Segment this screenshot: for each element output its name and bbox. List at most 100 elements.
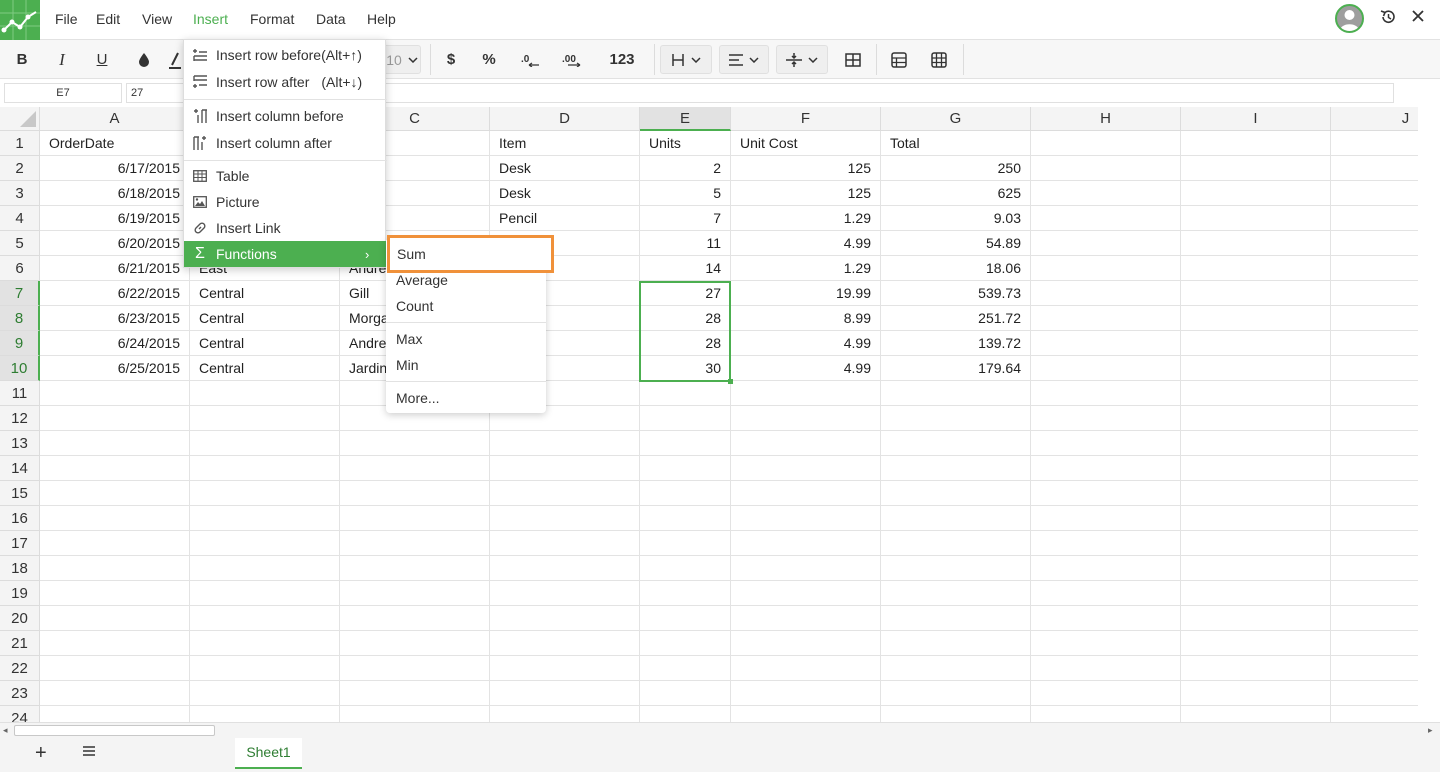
- cell-d4[interactable]: Pencil: [490, 206, 640, 231]
- cell-j7[interactable]: [1331, 281, 1418, 306]
- function-count[interactable]: Count: [396, 298, 433, 314]
- row-header-15[interactable]: 15: [0, 481, 40, 506]
- cell-h3[interactable]: [1031, 181, 1181, 206]
- cell-d2[interactable]: Desk: [490, 156, 640, 181]
- row-header-4[interactable]: 4: [0, 206, 40, 231]
- history-icon[interactable]: [1379, 8, 1397, 31]
- cell-e21[interactable]: [640, 631, 731, 656]
- cell-d21[interactable]: [490, 631, 640, 656]
- scroll-left-icon[interactable]: ◂: [3, 725, 8, 736]
- number-format-button[interactable]: 123: [602, 40, 642, 79]
- cell-e22[interactable]: [640, 656, 731, 681]
- merge-cells-icon[interactable]: [840, 40, 866, 79]
- sheet-tab-sheet1[interactable]: Sheet1: [235, 738, 302, 769]
- cell-f21[interactable]: [731, 631, 881, 656]
- cell-b24[interactable]: [190, 706, 340, 722]
- fill-color-icon[interactable]: [130, 40, 158, 79]
- menu-insert-column-before[interactable]: Insert column before: [184, 103, 387, 129]
- cell-g1[interactable]: Total: [881, 131, 1031, 156]
- menu-table[interactable]: Table: [184, 163, 387, 189]
- cell-g5[interactable]: 54.89: [881, 231, 1031, 256]
- row-header-1[interactable]: 1: [0, 131, 40, 156]
- cell-i5[interactable]: [1181, 231, 1331, 256]
- cell-f1[interactable]: Unit Cost: [731, 131, 881, 156]
- cell-i7[interactable]: [1181, 281, 1331, 306]
- cell-f12[interactable]: [731, 406, 881, 431]
- cell-j23[interactable]: [1331, 681, 1418, 706]
- cell-f3[interactable]: 125: [731, 181, 881, 206]
- cell-i15[interactable]: [1181, 481, 1331, 506]
- cell-f18[interactable]: [731, 556, 881, 581]
- cell-e20[interactable]: [640, 606, 731, 631]
- cell-h23[interactable]: [1031, 681, 1181, 706]
- cell-j16[interactable]: [1331, 506, 1418, 531]
- cell-i17[interactable]: [1181, 531, 1331, 556]
- cell-a14[interactable]: [40, 456, 190, 481]
- cell-j17[interactable]: [1331, 531, 1418, 556]
- row-header-22[interactable]: 22: [0, 656, 40, 681]
- vertical-align-dropdown[interactable]: [776, 45, 828, 74]
- menu-insert[interactable]: Insert: [193, 11, 228, 27]
- cell-e1[interactable]: Units: [640, 131, 731, 156]
- cell-e9[interactable]: 28: [640, 331, 731, 356]
- cell-a11[interactable]: [40, 381, 190, 406]
- cell-a10[interactable]: 6/25/2015: [40, 356, 190, 381]
- cell-h2[interactable]: [1031, 156, 1181, 181]
- add-sheet-icon[interactable]: +: [35, 742, 47, 765]
- cell-g19[interactable]: [881, 581, 1031, 606]
- cell-j19[interactable]: [1331, 581, 1418, 606]
- cell-d14[interactable]: [490, 456, 640, 481]
- row-header-19[interactable]: 19: [0, 581, 40, 606]
- cell-e13[interactable]: [640, 431, 731, 456]
- cell-a12[interactable]: [40, 406, 190, 431]
- function-sum[interactable]: Sum: [387, 235, 554, 273]
- row-header-12[interactable]: 12: [0, 406, 40, 431]
- menu-data[interactable]: Data: [316, 11, 346, 27]
- function-more[interactable]: More...: [396, 390, 440, 406]
- cell-b7[interactable]: Central: [190, 281, 340, 306]
- cell-a5[interactable]: 6/20/2015: [40, 231, 190, 256]
- cell-h10[interactable]: [1031, 356, 1181, 381]
- cell-c14[interactable]: [340, 456, 490, 481]
- cell-j18[interactable]: [1331, 556, 1418, 581]
- row-header-14[interactable]: 14: [0, 456, 40, 481]
- cell-d18[interactable]: [490, 556, 640, 581]
- cell-c23[interactable]: [340, 681, 490, 706]
- cell-f23[interactable]: [731, 681, 881, 706]
- cell-h12[interactable]: [1031, 406, 1181, 431]
- cell-b20[interactable]: [190, 606, 340, 631]
- cell-g20[interactable]: [881, 606, 1031, 631]
- cell-a17[interactable]: [40, 531, 190, 556]
- cell-i8[interactable]: [1181, 306, 1331, 331]
- cell-i24[interactable]: [1181, 706, 1331, 722]
- cell-f4[interactable]: 1.29: [731, 206, 881, 231]
- cell-e8[interactable]: 28: [640, 306, 731, 331]
- cell-d1[interactable]: Item: [490, 131, 640, 156]
- row-header-8[interactable]: 8: [0, 306, 40, 331]
- cell-f20[interactable]: [731, 606, 881, 631]
- cell-h22[interactable]: [1031, 656, 1181, 681]
- cell-f15[interactable]: [731, 481, 881, 506]
- cell-e6[interactable]: 14: [640, 256, 731, 281]
- cell-e10[interactable]: 30: [640, 356, 731, 381]
- cell-a2[interactable]: 6/17/2015: [40, 156, 190, 181]
- row-header-23[interactable]: 23: [0, 681, 40, 706]
- cell-j22[interactable]: [1331, 656, 1418, 681]
- cell-j10[interactable]: [1331, 356, 1418, 381]
- cell-d22[interactable]: [490, 656, 640, 681]
- cell-i13[interactable]: [1181, 431, 1331, 456]
- cell-f19[interactable]: [731, 581, 881, 606]
- select-all-corner[interactable]: [0, 107, 40, 131]
- cell-c18[interactable]: [340, 556, 490, 581]
- cell-e18[interactable]: [640, 556, 731, 581]
- cell-b18[interactable]: [190, 556, 340, 581]
- cell-b17[interactable]: [190, 531, 340, 556]
- cell-g18[interactable]: [881, 556, 1031, 581]
- cell-h6[interactable]: [1031, 256, 1181, 281]
- cell-e12[interactable]: [640, 406, 731, 431]
- cell-a16[interactable]: [40, 506, 190, 531]
- cell-b14[interactable]: [190, 456, 340, 481]
- row-header-6[interactable]: 6: [0, 256, 40, 281]
- menu-insert-row-before[interactable]: Insert row before (Alt+↑): [184, 42, 387, 68]
- cell-g3[interactable]: 625: [881, 181, 1031, 206]
